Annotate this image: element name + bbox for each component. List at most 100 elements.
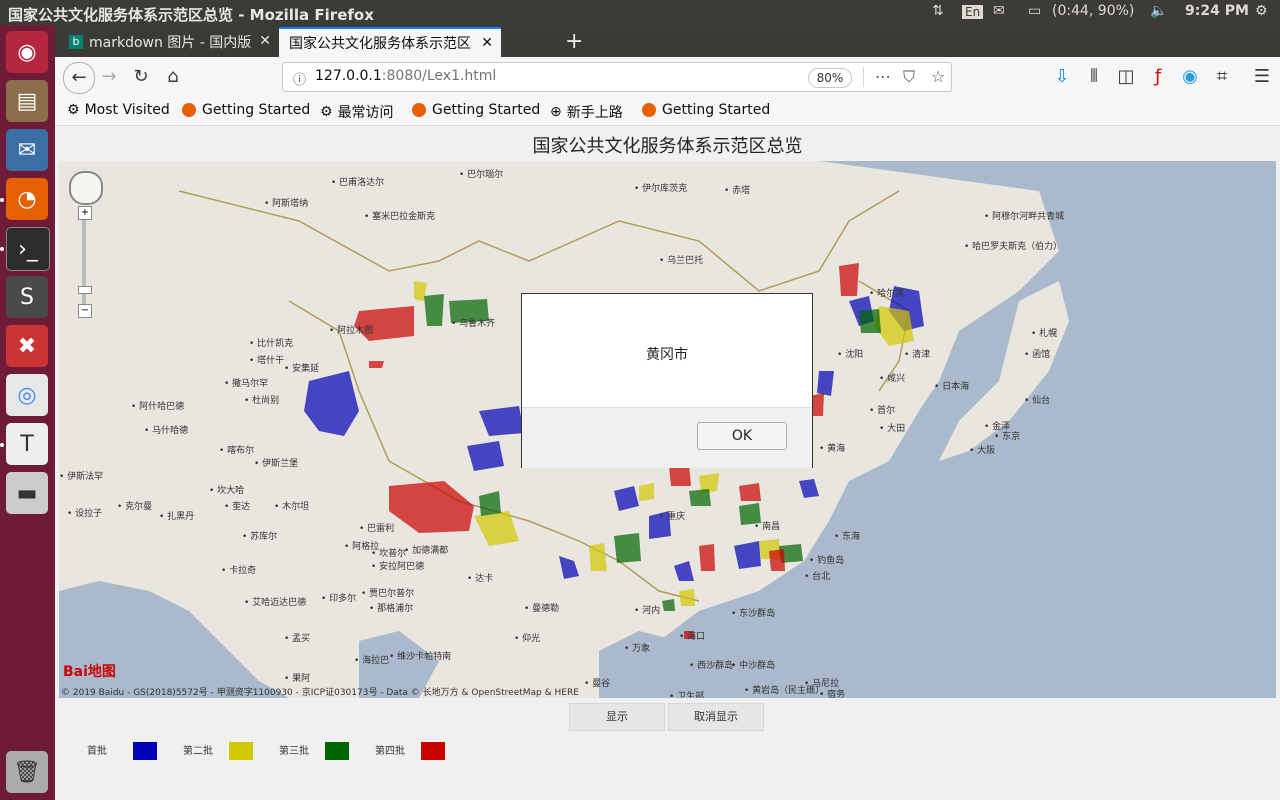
map-place-label: • 比什凯克: [249, 339, 294, 349]
map-place-label: • 安集延: [284, 364, 320, 374]
map-place-label: • 阿拉木图: [329, 326, 374, 336]
map-place-label: • 哈尔滨: [869, 289, 905, 299]
library-icon[interactable]: ⫴: [1082, 65, 1106, 89]
map-pan-control[interactable]: [69, 171, 103, 205]
map-place-label: • 克尔曼: [117, 502, 153, 512]
map-place-label: • 安拉阿巴德: [371, 562, 425, 572]
tab-current[interactable]: 国家公共文化服务体系示范区 ✕: [279, 27, 501, 57]
zoom-out-icon[interactable]: −: [78, 304, 92, 318]
ubuntu-dash-icon[interactable]: ◉: [6, 31, 48, 73]
bookmark-most-visited-cn[interactable]: ⚙ 最常访问: [320, 102, 394, 122]
map-place-label: • 伊斯法罕: [59, 472, 104, 482]
close-icon[interactable]: ✕: [259, 33, 271, 49]
map-place-label: • 奎达: [224, 502, 251, 512]
map-place-label: • 东京: [994, 432, 1021, 442]
system-settings-icon[interactable]: ✖: [6, 325, 48, 367]
map-place-label: • 孟买: [284, 634, 311, 644]
map-zoom-slider[interactable]: + −: [78, 206, 92, 318]
map-place-label: • 乌兰巴托: [659, 256, 704, 266]
forward-icon[interactable]: →: [97, 65, 121, 89]
map-place-label: • 艾哈迈达巴德: [244, 598, 307, 608]
volume-icon[interactable]: 🔈: [1150, 3, 1167, 19]
baidu-map-logo: Bai地图: [63, 664, 116, 680]
chrome-icon[interactable]: ◎: [6, 374, 48, 416]
info-icon[interactable]: ⓘ: [293, 69, 306, 88]
screenshot-icon[interactable]: ⌗: [1210, 65, 1234, 89]
map-place-label: • 咸兴: [879, 374, 906, 384]
legend-swatch-batch-4: [421, 742, 445, 760]
pocket-icon[interactable]: ⛉: [903, 67, 915, 87]
hide-button[interactable]: 取消显示: [668, 703, 764, 731]
extension-icon[interactable]: ◉: [1178, 65, 1202, 89]
bookmark-newbie-guide[interactable]: ⊕ 新手上路: [550, 102, 623, 122]
ok-button[interactable]: OK: [697, 422, 787, 450]
map-place-label: • 印多尔: [321, 594, 357, 604]
map-place-label: • 清津: [904, 350, 931, 360]
map-place-label: • 中沙群岛: [731, 661, 776, 671]
map-place-label: • 大田: [879, 424, 906, 434]
zoom-in-icon[interactable]: +: [78, 206, 92, 220]
close-icon[interactable]: ✕: [481, 35, 493, 51]
mail-icon[interactable]: ✉: [993, 3, 1005, 19]
keyboard-layout-indicator[interactable]: En: [962, 5, 984, 19]
bookmark-most-visited[interactable]: ⚙ Most Visited: [67, 102, 170, 118]
thunderbird-icon[interactable]: ✉: [6, 129, 48, 171]
map-place-label: • 设拉子: [67, 509, 103, 519]
power-gear-icon[interactable]: ⚙: [1255, 3, 1268, 19]
back-icon[interactable]: ←: [63, 62, 95, 94]
map-place-label: • 黄海: [819, 444, 846, 454]
map-place-label: • 坎大哈: [209, 486, 245, 496]
sidebar-icon[interactable]: ◫: [1114, 65, 1138, 89]
map-place-label: • 扎黑丹: [159, 512, 195, 522]
url-text[interactable]: 127.0.0.1:8080/Lex1.html: [315, 68, 496, 84]
map-place-label: • 杜尚别: [244, 396, 280, 406]
files-icon[interactable]: ▤: [6, 80, 48, 122]
terminal-icon[interactable]: ›_: [6, 227, 50, 271]
new-tab-icon[interactable]: +: [565, 29, 583, 54]
reload-icon[interactable]: ↻: [129, 65, 153, 89]
map-place-label: • 那格浦尔: [369, 604, 414, 614]
sublime-text-icon[interactable]: S: [6, 276, 48, 318]
bookmark-star-icon[interactable]: ☆: [931, 67, 945, 86]
bookmark-getting-started[interactable]: Getting Started: [642, 102, 770, 118]
show-button[interactable]: 显示: [569, 703, 665, 731]
page-title: 国家公共文化服务体系示范区总览: [532, 136, 803, 157]
network-updown-icon[interactable]: ⇅: [932, 3, 944, 19]
map-place-label: • 哈巴罗夫斯克（伯力）: [964, 242, 1063, 252]
bookmark-getting-started[interactable]: Getting Started: [182, 102, 310, 118]
map-place-label: • 函馆: [1024, 350, 1051, 360]
legend-swatch-batch-3: [325, 742, 349, 760]
home-icon[interactable]: ⌂: [161, 65, 185, 89]
map-place-label: • 卡拉奇: [221, 566, 257, 576]
map-place-label: • 苏库尔: [242, 532, 278, 542]
navigation-toolbar: ← → ↻ ⌂ ⓘ 127.0.0.1:8080/Lex1.html 80% ⋯…: [55, 57, 1280, 98]
drive-icon[interactable]: ▬: [6, 472, 48, 514]
download-icon[interactable]: ⇩: [1050, 65, 1074, 89]
map-place-label: • 曼谷: [584, 679, 611, 689]
alert-footer: OK: [522, 407, 812, 468]
map-place-label: • 西沙群岛: [689, 661, 734, 671]
system-top-bar: 国家公共文化服务体系示范区总览 - Mozilla Firefox ⇅ En ✉…: [0, 0, 1280, 25]
text-editor-icon[interactable]: T: [6, 423, 48, 465]
zoom-level[interactable]: 80%: [808, 68, 852, 88]
url-bar[interactable]: ⓘ 127.0.0.1:8080/Lex1.html 80% ⋯ ⛉ ☆: [282, 62, 952, 92]
battery-status[interactable]: (0:44, 90%): [1052, 3, 1134, 19]
map-place-label: • 巴甫洛达尔: [331, 178, 385, 188]
map-place-label: • 河内: [634, 606, 661, 616]
map-place-label: • 达卡: [467, 574, 494, 584]
map-place-label: • 加德满都: [404, 546, 449, 556]
zoom-handle[interactable]: [78, 286, 92, 294]
firefox-icon[interactable]: ◔: [6, 178, 48, 220]
clock[interactable]: 9:24 PM: [1185, 3, 1249, 19]
bookmark-getting-started[interactable]: Getting Started: [412, 102, 540, 118]
flash-icon[interactable]: ƒ: [1146, 65, 1170, 89]
battery-icon[interactable]: ▭: [1028, 3, 1041, 19]
menu-icon[interactable]: ☰: [1250, 65, 1274, 89]
map-place-label: • 巴尔瑙尔: [459, 170, 504, 180]
page-actions-icon[interactable]: ⋯: [875, 67, 891, 86]
map-place-label: • 马什哈德: [144, 426, 189, 436]
trash-icon[interactable]: 🗑: [6, 751, 48, 793]
map-place-label: • 贾巴尔普尔: [361, 589, 415, 599]
bing-icon: b: [69, 35, 83, 49]
tab-markdown[interactable]: b markdown 图片 - 国内版 ✕: [59, 27, 279, 57]
